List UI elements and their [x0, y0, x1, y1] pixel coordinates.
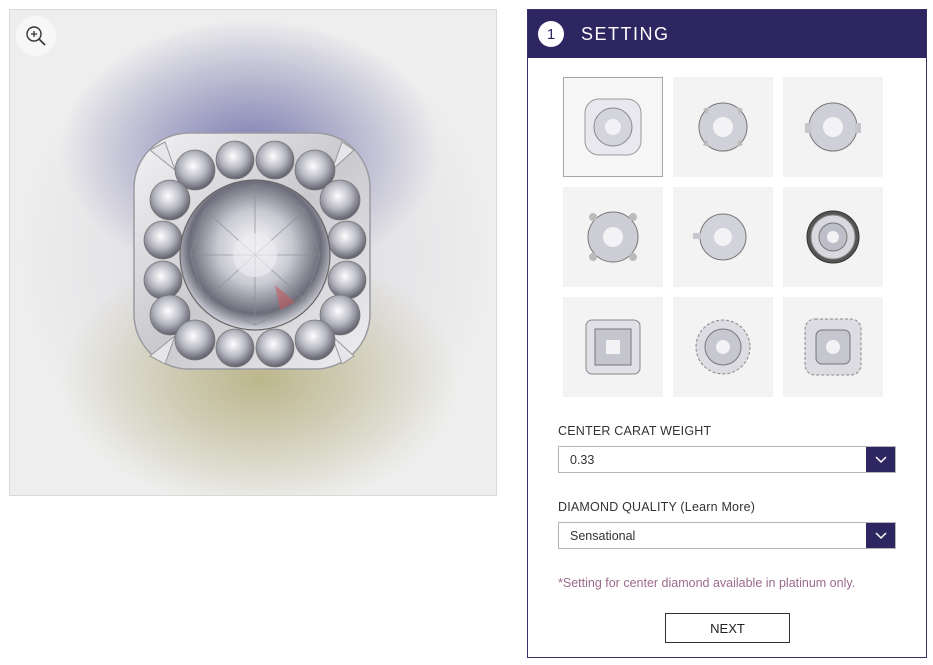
round-halo-dark-icon	[806, 210, 860, 264]
platinum-note: *Setting for center diamond available in…	[558, 576, 856, 590]
cushion-square-halo-icon	[804, 318, 862, 376]
diamond-quality-value: Sensational	[570, 529, 636, 543]
zoom-in-icon	[26, 26, 46, 46]
panel-header: 1 SETTING	[528, 10, 926, 58]
product-image[interactable]	[9, 9, 497, 496]
diamond-earring-image	[133, 132, 371, 370]
round-angled-icon	[693, 213, 747, 261]
round-solitaire-side-icon	[805, 102, 861, 152]
chevron-down-icon[interactable]	[866, 523, 895, 548]
carat-weight-select[interactable]: 0.33	[558, 446, 896, 473]
panel-title: SETTING	[581, 23, 670, 44]
thumbnail-round-halo[interactable]	[673, 297, 773, 397]
round-four-prong-icon	[587, 211, 639, 263]
princess-halo-icon	[585, 319, 641, 375]
next-button[interactable]: NEXT	[665, 613, 790, 643]
carat-weight-value: 0.33	[570, 453, 595, 467]
setting-panel: 1 SETTING CENTER CARAT WEIGHT 0.33 DIAMO…	[527, 9, 927, 658]
thumbnail-round-halo-dark[interactable]	[783, 187, 883, 287]
chevron-down-icon[interactable]	[866, 447, 895, 472]
round-solitaire-icon	[698, 102, 748, 152]
carat-weight-label: CENTER CARAT WEIGHT	[558, 424, 712, 438]
thumbnail-round-four-prong[interactable]	[563, 187, 663, 287]
thumbnail-round-solitaire[interactable]	[673, 77, 773, 177]
thumbnail-round-solitaire-side[interactable]	[783, 77, 883, 177]
zoom-button[interactable]	[16, 16, 56, 56]
setting-thumbnails	[563, 77, 893, 397]
round-halo-icon	[695, 319, 751, 375]
diamond-quality-select[interactable]: Sensational	[558, 522, 896, 549]
thumbnail-cushion-halo[interactable]	[563, 77, 663, 177]
step-number: 1	[538, 21, 564, 47]
thumbnail-round-angled[interactable]	[673, 187, 773, 287]
diamond-quality-label[interactable]: DIAMOND QUALITY (Learn More)	[558, 500, 755, 514]
thumbnail-princess-halo[interactable]	[563, 297, 663, 397]
cushion-halo-ring-icon	[584, 98, 642, 156]
thumbnail-cushion-square-halo[interactable]	[783, 297, 883, 397]
